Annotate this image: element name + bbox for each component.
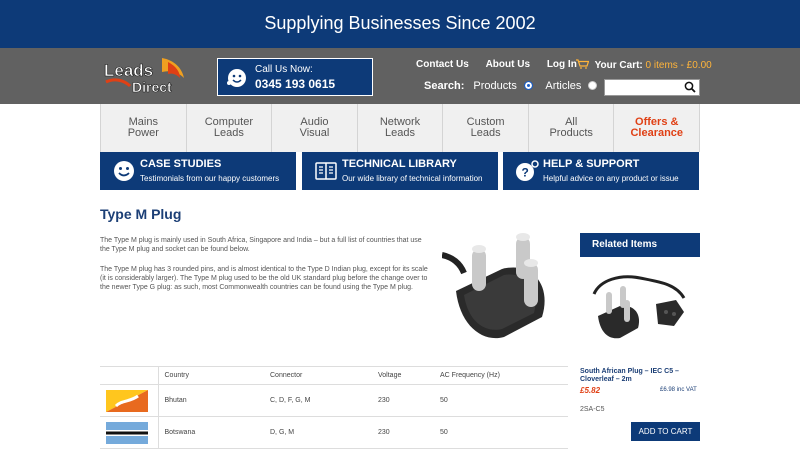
- detail-paragraph: The Type M plug has 3 rounded pins, and …: [100, 266, 428, 291]
- nav-network-leads[interactable]: Network Leads: [358, 104, 444, 152]
- main-nav: Mains Power Computer Leads Audio Visual …: [100, 104, 701, 152]
- case-studies-subtitle: Testimonials from our happy customers: [140, 174, 280, 183]
- svg-text:Direct: Direct: [132, 79, 172, 95]
- site-header: Leads Direct Call Us Now: 0345 193 0615 …: [0, 48, 800, 104]
- nav-mains-power[interactable]: Mains Power: [101, 104, 187, 152]
- search-articles-radio[interactable]: [588, 81, 598, 90]
- frequency-column-header: AC Frequency (Hz): [434, 366, 568, 385]
- library-icon: [315, 162, 337, 180]
- related-item-sku: 2SA-C5: [580, 406, 605, 413]
- nav-computer-leads[interactable]: Computer Leads: [187, 104, 273, 152]
- voltage-cell: 230: [372, 384, 434, 417]
- country-column-header: Country: [158, 366, 264, 385]
- flag-cell: [100, 384, 159, 417]
- top-links: Contact Us About Us Log In: [416, 59, 591, 70]
- related-item-image[interactable]: [580, 264, 700, 364]
- leads-direct-logo[interactable]: Leads Direct: [102, 56, 192, 96]
- technical-library-box[interactable]: TECHNICAL LIBRARY Our wide library of te…: [302, 152, 498, 190]
- support-smiley-icon: [227, 69, 246, 87]
- log-in-link[interactable]: Log In: [547, 59, 577, 70]
- technical-library-title: TECHNICAL LIBRARY: [342, 158, 457, 170]
- connector-cell: C, D, F, G, M: [264, 384, 372, 417]
- flag-cell: [100, 416, 159, 449]
- cart-icon: [576, 59, 589, 69]
- cart-link[interactable]: Your Cart: 0 items - £0.00: [576, 59, 712, 71]
- countries-table: Country Connector Voltage AC Frequency (…: [100, 366, 568, 449]
- country-cell: Bhutan: [158, 384, 264, 417]
- frequency-cell: 50: [434, 416, 568, 449]
- help-support-subtitle: Helpful advice on any product or issue: [543, 174, 679, 183]
- search-articles-label: Articles: [545, 80, 582, 92]
- bhutan-flag-icon: [106, 389, 148, 412]
- svg-text:?: ?: [522, 166, 529, 180]
- frequency-cell: 50: [434, 384, 568, 417]
- related-item-price-vat: £6.98 inc VAT: [660, 387, 697, 393]
- phone-number[interactable]: 0345 193 0615: [255, 77, 335, 91]
- case-studies-box[interactable]: CASE STUDIES Testimonials from our happy…: [100, 152, 296, 190]
- search-options: Search: Products Articles: [424, 80, 607, 92]
- svg-text:Leads: Leads: [104, 61, 153, 80]
- connector-cell: D, G, M: [264, 416, 372, 449]
- smiley-icon: [114, 161, 134, 181]
- related-items-heading: Related Items: [580, 233, 700, 257]
- nav-offers-clearance[interactable]: Offers & Clearance: [614, 104, 701, 152]
- help-support-title: HELP & SUPPORT: [543, 158, 640, 170]
- country-cell: Botswana: [158, 416, 264, 449]
- technical-library-subtitle: Our wide library of technical informatio…: [342, 174, 483, 183]
- page-title: Type M Plug: [100, 206, 182, 222]
- flag-column-header: [100, 366, 159, 385]
- table-header-row: Country Connector Voltage AC Frequency (…: [100, 366, 568, 385]
- type-m-plug-image: [442, 233, 568, 359]
- table-row: Bhutan C, D, F, G, M 230 50: [100, 384, 568, 417]
- search-label: Search:: [424, 80, 465, 92]
- related-item-name[interactable]: South African Plug – IEC C5 – Cloverleaf…: [580, 368, 700, 384]
- help-support-box[interactable]: ? HELP & SUPPORT Helpful advice on any p…: [503, 152, 699, 190]
- voltage-cell: 230: [372, 416, 434, 449]
- about-us-link[interactable]: About Us: [486, 59, 530, 70]
- search-icon[interactable]: [684, 81, 696, 93]
- search-products-radio[interactable]: [523, 81, 533, 90]
- connector-column-header: Connector: [264, 366, 372, 385]
- nav-all-products[interactable]: All Products: [529, 104, 615, 152]
- botswana-flag-icon: [106, 421, 148, 444]
- search-products-label: Products: [473, 80, 517, 92]
- intro-paragraph: The Type M plug is mainly used in South …: [100, 237, 422, 253]
- table-row: Botswana D, G, M 230 50: [100, 416, 568, 449]
- contact-us-link[interactable]: Contact Us: [416, 59, 469, 70]
- call-label: Call Us Now:: [255, 64, 313, 75]
- tagline: Supplying Businesses Since 2002: [264, 13, 536, 33]
- nav-audio-visual[interactable]: Audio Visual: [272, 104, 358, 152]
- call-us-box[interactable]: Call Us Now: 0345 193 0615: [217, 58, 373, 96]
- cart-label: Your Cart:: [594, 60, 643, 71]
- nav-custom-leads[interactable]: Custom Leads: [443, 104, 529, 152]
- related-item-price: £5.82: [580, 386, 601, 395]
- voltage-column-header: Voltage: [372, 366, 434, 385]
- case-studies-title: CASE STUDIES: [140, 158, 222, 170]
- top-banner: Supplying Businesses Since 2002: [0, 0, 800, 48]
- add-to-cart-button[interactable]: ADD TO CART: [631, 422, 700, 441]
- cart-value: 0 items - £0.00: [645, 60, 712, 71]
- help-icon: ?: [516, 160, 539, 181]
